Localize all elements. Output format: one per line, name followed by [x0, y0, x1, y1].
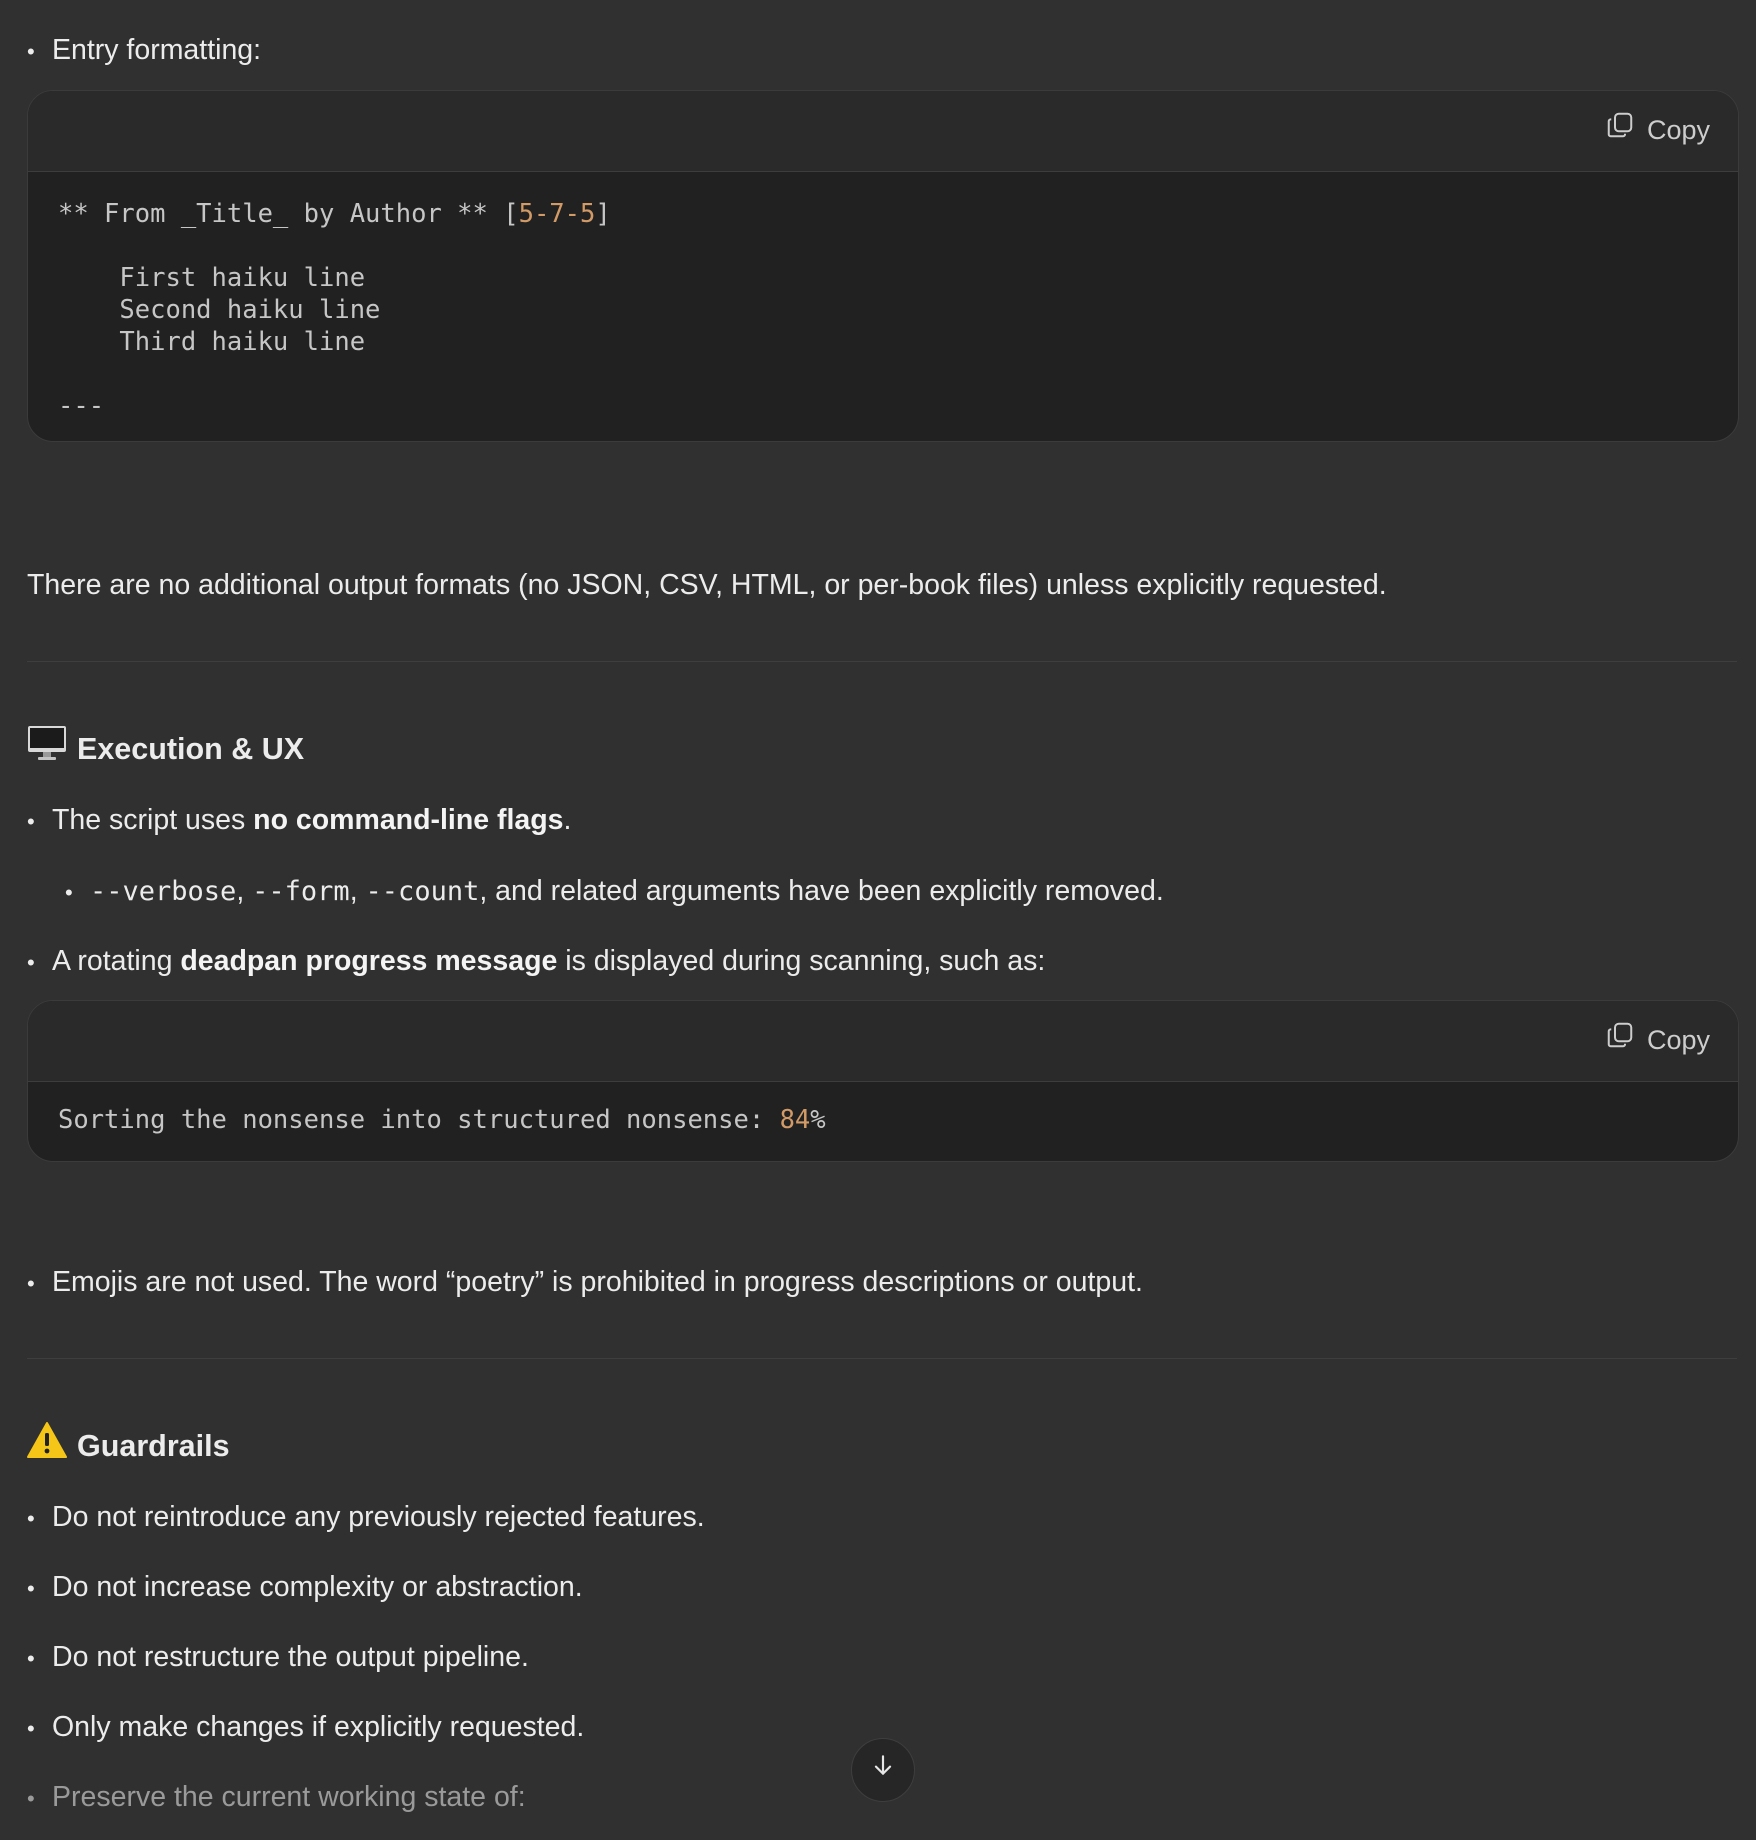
code-content: ** From _Title_ by Author ** [5-7-5] Fir…	[28, 172, 1738, 441]
list-item-text: Do not increase complexity or abstractio…	[52, 1571, 583, 1603]
list-item-text: The script uses no command-line flags.	[52, 804, 572, 836]
section-heading-guardrails: Guardrails	[27, 1421, 230, 1471]
copy-label: Copy	[1646, 115, 1710, 146]
list-item: • Do not increase complexity or abstract…	[27, 1567, 583, 1608]
list-item-text: --verbose, --form, --count, and related …	[90, 875, 1164, 907]
list-item: • Do not restructure the output pipeline…	[27, 1637, 529, 1678]
copy-icon	[1605, 110, 1635, 151]
copy-button[interactable]: Copy	[1605, 113, 1710, 149]
desktop-computer-icon	[27, 724, 67, 774]
copy-label: Copy	[1646, 1025, 1710, 1056]
code-block-header: Copy	[28, 1001, 1738, 1082]
list-item: • Only make changes if explicitly reques…	[27, 1707, 584, 1748]
code-content: Sorting the nonsense into structured non…	[58, 1105, 826, 1135]
divider	[27, 661, 1737, 662]
heading-text: Guardrails	[77, 1429, 230, 1463]
list-item: • Do not reintroduce any previously reje…	[27, 1497, 705, 1538]
code-line: Third haiku line	[58, 327, 366, 357]
copy-icon	[1605, 1020, 1635, 1061]
list-item-text: Entry formatting:	[52, 34, 262, 66]
list-item-text: Do not restructure the output pipeline.	[52, 1641, 529, 1673]
list-item-text: Do not reintroduce any previously reject…	[52, 1501, 705, 1533]
sub-list-item: • --verbose, --form, --count, and relate…	[65, 871, 1164, 912]
list-item-text: A rotating deadpan progress message is d…	[52, 945, 1046, 977]
list-item: • Preserve the current working state of:	[27, 1777, 526, 1818]
code-line: First haiku line	[58, 263, 366, 293]
code-line: ** From _Title_ by Author ** [5-7-5]	[58, 199, 611, 229]
warning-icon	[27, 1421, 67, 1471]
list-item-text: Preserve the current working state of:	[52, 1781, 526, 1813]
list-item: • The script uses no command-line flags.	[27, 800, 571, 841]
list-item: • A rotating deadpan progress message is…	[27, 941, 1045, 982]
arrow-down-icon	[870, 1749, 896, 1790]
code-line: Second haiku line	[58, 295, 381, 325]
code-line: ---	[58, 391, 105, 421]
list-item-text: Only make changes if explicitly requeste…	[52, 1711, 585, 1743]
code-block-header: Copy	[28, 91, 1738, 172]
paragraph: There are no additional output formats (…	[27, 569, 1387, 601]
code-block: Copy Sorting the nonsense into structure…	[27, 1000, 1739, 1162]
code-block: Copy ** From _Title_ by Author ** [5-7-5…	[27, 90, 1739, 442]
list-item: • Entry formatting:	[27, 30, 261, 71]
divider	[27, 1358, 1737, 1359]
scroll-to-bottom-button[interactable]	[851, 1738, 915, 1802]
copy-button[interactable]: Copy	[1605, 1023, 1710, 1059]
section-heading-execution: Execution & UX	[27, 724, 304, 774]
list-item-text: Emojis are not used. The word “poetry” i…	[52, 1266, 1143, 1298]
list-item: • Emojis are not used. The word “poetry”…	[27, 1262, 1143, 1303]
heading-text: Execution & UX	[77, 732, 305, 766]
